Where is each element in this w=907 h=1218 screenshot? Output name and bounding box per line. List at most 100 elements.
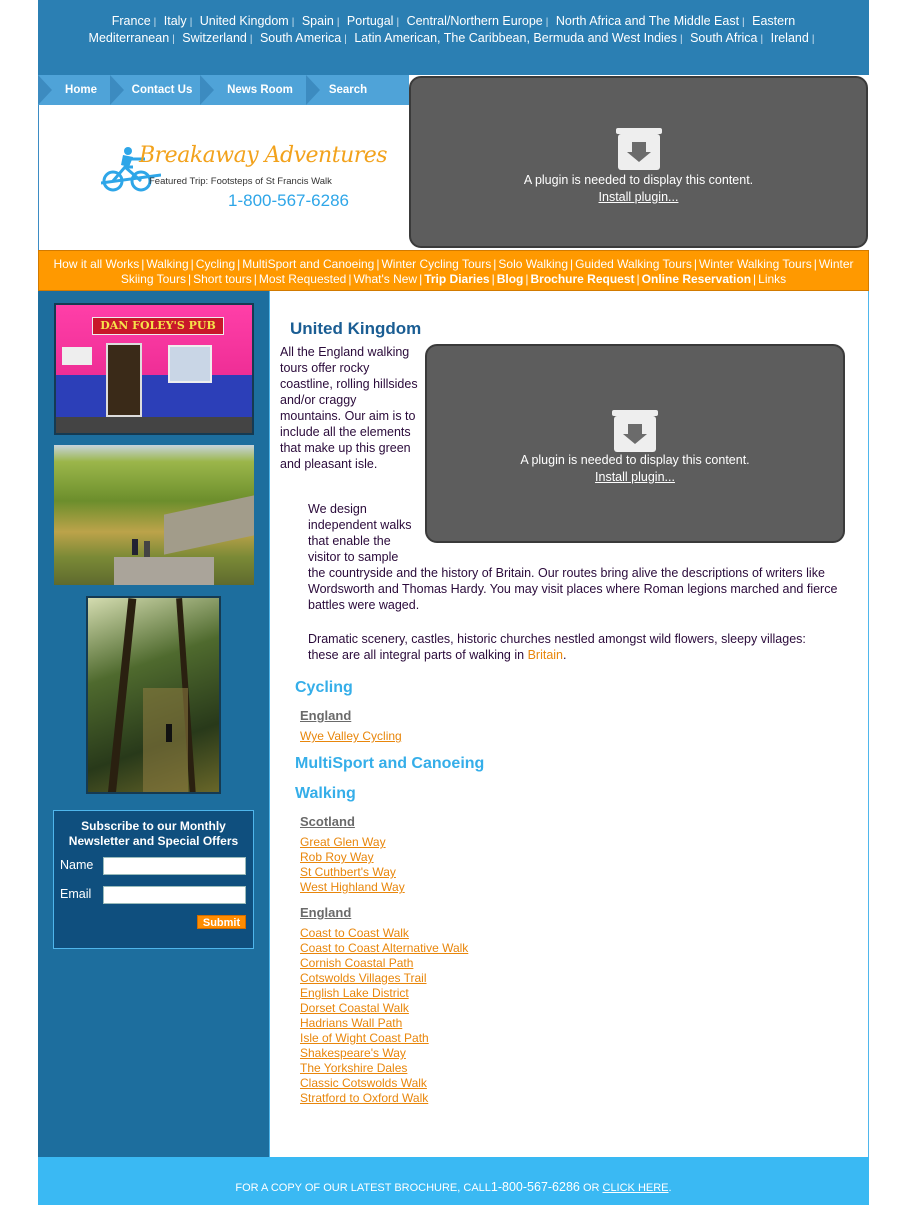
nav-chevron-icon [200, 75, 214, 105]
name-input[interactable] [103, 857, 246, 875]
category-menu-separator: | [253, 272, 257, 286]
region-link[interactable]: Central/Northern Europe [407, 14, 543, 28]
category-menu-item[interactable]: What's New [353, 272, 417, 286]
nav-home[interactable]: Home [52, 75, 110, 105]
category-menu-item[interactable]: Winter Walking Tours [699, 257, 812, 271]
category-menu-separator: | [693, 257, 697, 271]
category-menu-item[interactable]: Most Requested [259, 272, 346, 286]
region-link[interactable]: Italy [164, 14, 187, 28]
route-link[interactable]: Dorset Coastal Walk [300, 1001, 468, 1016]
logo-area: Breakaway Adventures Featured Trip: Foot… [38, 105, 409, 250]
route-link[interactable]: Shakespeare's Way [300, 1046, 468, 1061]
category-menu-separator: | [348, 272, 352, 286]
region-separator: | [396, 17, 400, 28]
category-menu-separator: | [636, 272, 640, 286]
region-separator: | [336, 17, 340, 28]
category-menu-separator: | [237, 257, 241, 271]
footer-end: . [668, 1182, 672, 1194]
route-link[interactable]: Hadrians Wall Path [300, 1016, 468, 1031]
route-link[interactable]: English Lake District [300, 986, 468, 1001]
category-menu-item[interactable]: Trip Diaries [424, 272, 489, 286]
region-link[interactable]: South Africa [690, 31, 757, 45]
category-menu-item[interactable]: Short tours [193, 272, 252, 286]
region-link[interactable]: South America [260, 31, 341, 45]
route-link[interactable]: Stratford to Oxford Walk [300, 1091, 468, 1106]
paragraph-3-end: . [563, 648, 567, 662]
main-content: United Kingdom All the England walking t… [269, 291, 869, 1157]
route-link[interactable]: Coast to Coast Alternative Walk [300, 941, 468, 956]
footer-text: FOR A COPY OF OUR LATEST BROCHURE, CALL [235, 1182, 491, 1194]
paragraph-2-text: We design independent walks that enable … [308, 502, 412, 564]
nav-chevron-icon [38, 75, 52, 105]
region-link[interactable]: Portugal [347, 14, 394, 28]
category-menu-item[interactable]: Links [758, 272, 786, 286]
category-menu-item[interactable]: Blog [497, 272, 524, 286]
nav-chevron-icon [110, 75, 124, 105]
paragraph-2-text-cont: the countryside and the history of Brita… [308, 566, 838, 612]
pub-photo: DAN FOLEY'S PUB [54, 303, 254, 435]
category-menu-item[interactable]: Winter Cycling Tours [381, 257, 491, 271]
britain-link[interactable]: Britain [528, 648, 563, 662]
category-menu-item[interactable]: Solo Walking [498, 257, 568, 271]
route-link[interactable]: Wye Valley Cycling [300, 729, 402, 744]
email-input[interactable] [103, 886, 246, 904]
cycling-heading: Cycling [295, 679, 353, 696]
category-menu-item[interactable]: Guided Walking Tours [575, 257, 692, 271]
region-separator: | [742, 17, 745, 28]
route-link[interactable]: The Yorkshire Dales [300, 1061, 468, 1076]
region-link[interactable]: France [112, 14, 151, 28]
route-link[interactable]: Cotswolds Villages Trail [300, 971, 468, 986]
region-link[interactable]: Switzerland [182, 31, 247, 45]
route-link[interactable]: Rob Roy Way [300, 850, 405, 865]
category-menu-separator: | [376, 257, 380, 271]
featured-trip[interactable]: Featured Trip: Footsteps of St Francis W… [149, 176, 332, 187]
nav-search[interactable]: Search [320, 75, 376, 105]
region-separator: | [680, 33, 683, 45]
region-link[interactable]: United Kingdom [200, 14, 289, 28]
region-separator: | [249, 33, 253, 45]
nav-contact-us[interactable]: Contact Us [124, 75, 200, 105]
woodland-path-photo [86, 596, 221, 794]
category-menu-item[interactable]: Cycling [196, 257, 235, 271]
route-link[interactable]: Coast to Coast Walk [300, 926, 468, 941]
route-link[interactable]: St Cuthbert's Way [300, 865, 405, 880]
nav-chevron-icon [306, 75, 320, 105]
route-link[interactable]: West Highland Way [300, 880, 405, 895]
route-link[interactable]: Classic Cotswolds Walk [300, 1076, 468, 1091]
route-link[interactable]: Great Glen Way [300, 835, 405, 850]
walking-scotland-label[interactable]: Scotland [300, 814, 355, 829]
category-menu-item[interactable]: Brochure Request [531, 272, 635, 286]
category-menu-separator: | [141, 257, 145, 271]
region-separator: | [153, 17, 157, 28]
install-plugin-link[interactable]: Install plugin... [411, 190, 866, 204]
cycling-england-label[interactable]: England [300, 708, 351, 723]
logo-name: Breakaway Adventures [139, 143, 388, 168]
region-link[interactable]: North Africa and The Middle East [556, 14, 739, 28]
region-separator: | [344, 33, 347, 45]
nav-news-room[interactable]: News Room [214, 75, 306, 105]
newsletter-title: Subscribe to our Monthly Newsletter and … [68, 819, 239, 848]
footer-click-here-link[interactable]: CLICK HERE [603, 1182, 669, 1194]
category-menu-item[interactable]: Online Reservation [642, 272, 751, 286]
walking-england-label[interactable]: England [300, 905, 351, 920]
submit-button[interactable]: Submit [197, 915, 246, 929]
category-menu-item[interactable]: MultiSport and Canoeing [242, 257, 374, 271]
category-menu-item[interactable]: How it all Works [54, 257, 140, 271]
region-link[interactable]: Ireland [771, 31, 809, 45]
install-plugin-link[interactable]: Install plugin... [427, 470, 843, 484]
region-separator: | [291, 17, 295, 28]
region-link[interactable]: Latin American, The Caribbean, Bermuda a… [354, 31, 677, 45]
region-separator: | [811, 33, 815, 45]
page: France | Italy | United Kingdom | Spain | Po… [38, 0, 869, 1205]
route-link[interactable]: Cornish Coastal Path [300, 956, 468, 971]
paragraph-3: Dramatic scenery, castles, historic chur… [308, 631, 838, 663]
route-link[interactable]: Isle of Wight Coast Path [300, 1031, 468, 1046]
page-title: United Kingdom [290, 319, 422, 338]
sidebar: DAN FOLEY'S PUB Subscribe to our Monthly… [38, 291, 269, 1157]
region-separator: | [760, 33, 764, 45]
category-menu-item[interactable]: Walking [146, 257, 188, 271]
walking-heading: Walking [295, 785, 356, 802]
category-menu-separator: | [187, 272, 192, 286]
plugin-placeholder-header: A plugin is needed to display this conte… [409, 76, 868, 248]
region-link[interactable]: Spain [302, 14, 334, 28]
